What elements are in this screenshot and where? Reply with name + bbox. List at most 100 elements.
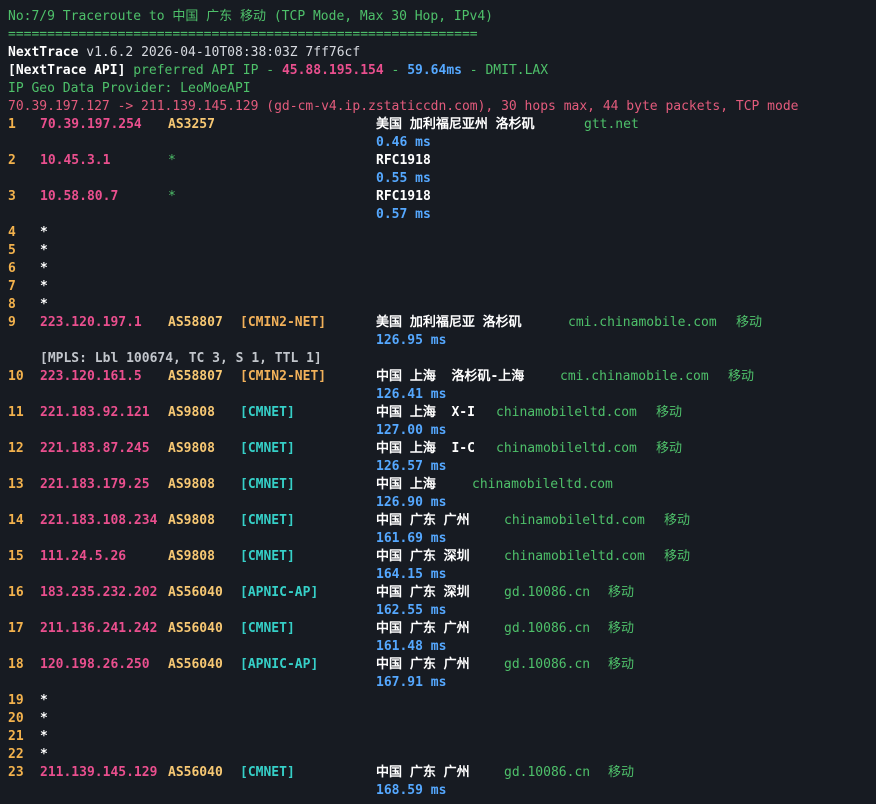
hop-isp: 移动 xyxy=(664,549,691,564)
hop-number: 23 xyxy=(8,765,24,780)
hop-domain: chinamobileltd.com xyxy=(496,441,637,456)
separator: ========================================… xyxy=(8,27,478,42)
hop-domain: cmi.chinamobile.com xyxy=(560,369,709,384)
geo-provider-line: IP Geo Data Provider: LeoMoeAPI xyxy=(8,81,251,96)
hop-mpls-label: [MPLS: Lbl 100674, TC 3, S 1, TTL 1] xyxy=(40,351,322,366)
hop-ip: 221.183.92.121 xyxy=(40,405,150,420)
hop-number: 14 xyxy=(8,513,24,528)
hop-geo-location: 中国 广东 广州 xyxy=(376,621,470,636)
hop-timeout-star: * xyxy=(40,747,48,762)
hop-network-tag: [CMNET] xyxy=(240,621,295,636)
api-preferred-text: preferred API IP - xyxy=(125,63,282,78)
hop-asn: AS9808 xyxy=(168,549,215,564)
hop-ip: 183.235.232.202 xyxy=(40,585,158,600)
hop-number: 21 xyxy=(8,729,24,744)
app-name: NextTrace xyxy=(8,45,79,60)
hop-timeout-star: * xyxy=(40,225,48,240)
hop-asn: AS58807 xyxy=(168,369,223,384)
hop-asn: * xyxy=(168,153,176,168)
hop-isp: 移动 xyxy=(728,369,755,384)
hop-timeout-star: * xyxy=(40,261,48,276)
hop-network-tag: [APNIC-AP] xyxy=(240,585,319,600)
hop-geo-location: 中国 广东 广州 xyxy=(376,513,470,528)
hop-rtt: 0.46 ms xyxy=(376,135,431,150)
hop-isp: 移动 xyxy=(656,441,683,456)
hop-number: 1 xyxy=(8,117,16,132)
hop-number: 9 xyxy=(8,315,16,330)
api-dash-1: - xyxy=(383,63,408,78)
hop-number: 17 xyxy=(8,621,24,636)
hop-rtt: 126.41 ms xyxy=(376,387,447,402)
hop-rtt: 0.55 ms xyxy=(376,171,431,186)
hop-ip: 70.39.197.254 xyxy=(40,117,142,132)
hop-timeout-star: * xyxy=(40,243,48,258)
hop-isp: 移动 xyxy=(608,621,635,636)
hop-ip: 221.183.87.245 xyxy=(40,441,150,456)
hop-network-tag: [CMNET] xyxy=(240,549,295,564)
hop-rtt: 168.59 ms xyxy=(376,783,447,798)
hop-network-tag: [APNIC-AP] xyxy=(240,657,319,672)
hop-ip: 211.139.145.129 xyxy=(40,765,158,780)
hop-number: 6 xyxy=(8,261,16,276)
hop-geo-location: 中国 上海 I-C xyxy=(376,441,475,456)
hop-ip: 223.120.161.5 xyxy=(40,369,142,384)
hop-asn: * xyxy=(168,189,176,204)
hop-network-tag: [CMNET] xyxy=(240,441,295,456)
hop-asn: AS9808 xyxy=(168,477,215,492)
hop-network-tag: [CMIN2-NET] xyxy=(240,315,327,330)
version-info: v1.6.2 2026-04-10T08:38:03Z 7ff76cf xyxy=(78,45,361,60)
hop-geo-location: 中国 上海 xyxy=(376,477,436,492)
hop-number: 18 xyxy=(8,657,24,672)
hop-timeout-star: * xyxy=(40,711,48,726)
hop-number: 8 xyxy=(8,297,16,312)
hop-domain: gd.10086.cn xyxy=(504,765,591,780)
hop-isp: 移动 xyxy=(736,315,763,330)
trace-title: No:7/9 Traceroute to 中国 广东 移动 (TCP Mode,… xyxy=(8,9,493,24)
hop-number: 13 xyxy=(8,477,24,492)
hop-number: 19 xyxy=(8,693,24,708)
hop-number: 22 xyxy=(8,747,24,762)
hop-rtt: 162.55 ms xyxy=(376,603,447,618)
hop-ip: 10.45.3.1 xyxy=(40,153,111,168)
hop-asn: AS9808 xyxy=(168,513,215,528)
hop-geo-location: 中国 广东 深圳 xyxy=(376,549,470,564)
hop-geo-location: 中国 广东 深圳 xyxy=(376,585,470,600)
hop-ip: 221.183.179.25 xyxy=(40,477,150,492)
hop-geo-location: 中国 上海 X-I xyxy=(376,405,475,420)
hop-number: 3 xyxy=(8,189,16,204)
hop-geo-location: 中国 广东 广州 xyxy=(376,765,470,780)
hop-timeout-star: * xyxy=(40,297,48,312)
hop-number: 20 xyxy=(8,711,24,726)
hop-timeout-star: * xyxy=(40,279,48,294)
hop-rtt: 161.48 ms xyxy=(376,639,447,654)
hop-ip: 120.198.26.250 xyxy=(40,657,150,672)
api-pop: - DMIT.LAX xyxy=(461,63,549,78)
hop-domain: chinamobileltd.com xyxy=(472,477,613,492)
hop-isp: 移动 xyxy=(608,657,635,672)
hop-asn: AS56040 xyxy=(168,621,223,636)
hop-asn: AS58807 xyxy=(168,315,223,330)
hop-isp: 移动 xyxy=(608,585,635,600)
hop-timeout-star: * xyxy=(40,729,48,744)
hop-network-tag: [CMNET] xyxy=(240,765,295,780)
api-ip: 45.88.195.154 xyxy=(281,63,384,78)
hop-ip: 10.58.80.7 xyxy=(40,189,119,204)
hop-ip: 211.136.241.242 xyxy=(40,621,158,636)
hop-asn: AS3257 xyxy=(168,117,215,132)
hop-domain: gd.10086.cn xyxy=(504,657,591,672)
hop-number: 2 xyxy=(8,153,16,168)
hop-geo-location: RFC1918 xyxy=(376,153,431,168)
hop-domain: gd.10086.cn xyxy=(504,585,591,600)
hop-rtt: 167.91 ms xyxy=(376,675,447,690)
api-latency: 59.64ms xyxy=(407,63,462,78)
hop-domain: gtt.net xyxy=(584,117,639,132)
hop-rtt: 126.57 ms xyxy=(376,459,447,474)
hop-asn: AS56040 xyxy=(168,585,223,600)
hop-geo-location: 美国 加利福尼亚 洛杉矶 xyxy=(376,315,522,330)
version-line: NextTrace v1.6.2 2026-04-10T08:38:03Z 7f… xyxy=(8,44,360,62)
hop-isp: 移动 xyxy=(608,765,635,780)
route-summary: 70.39.197.127 -> 211.139.145.129 (gd-cm-… xyxy=(8,99,799,114)
hop-domain: gd.10086.cn xyxy=(504,621,591,636)
hop-number: 11 xyxy=(8,405,24,420)
api-tag: [NextTrace API] xyxy=(8,63,126,78)
